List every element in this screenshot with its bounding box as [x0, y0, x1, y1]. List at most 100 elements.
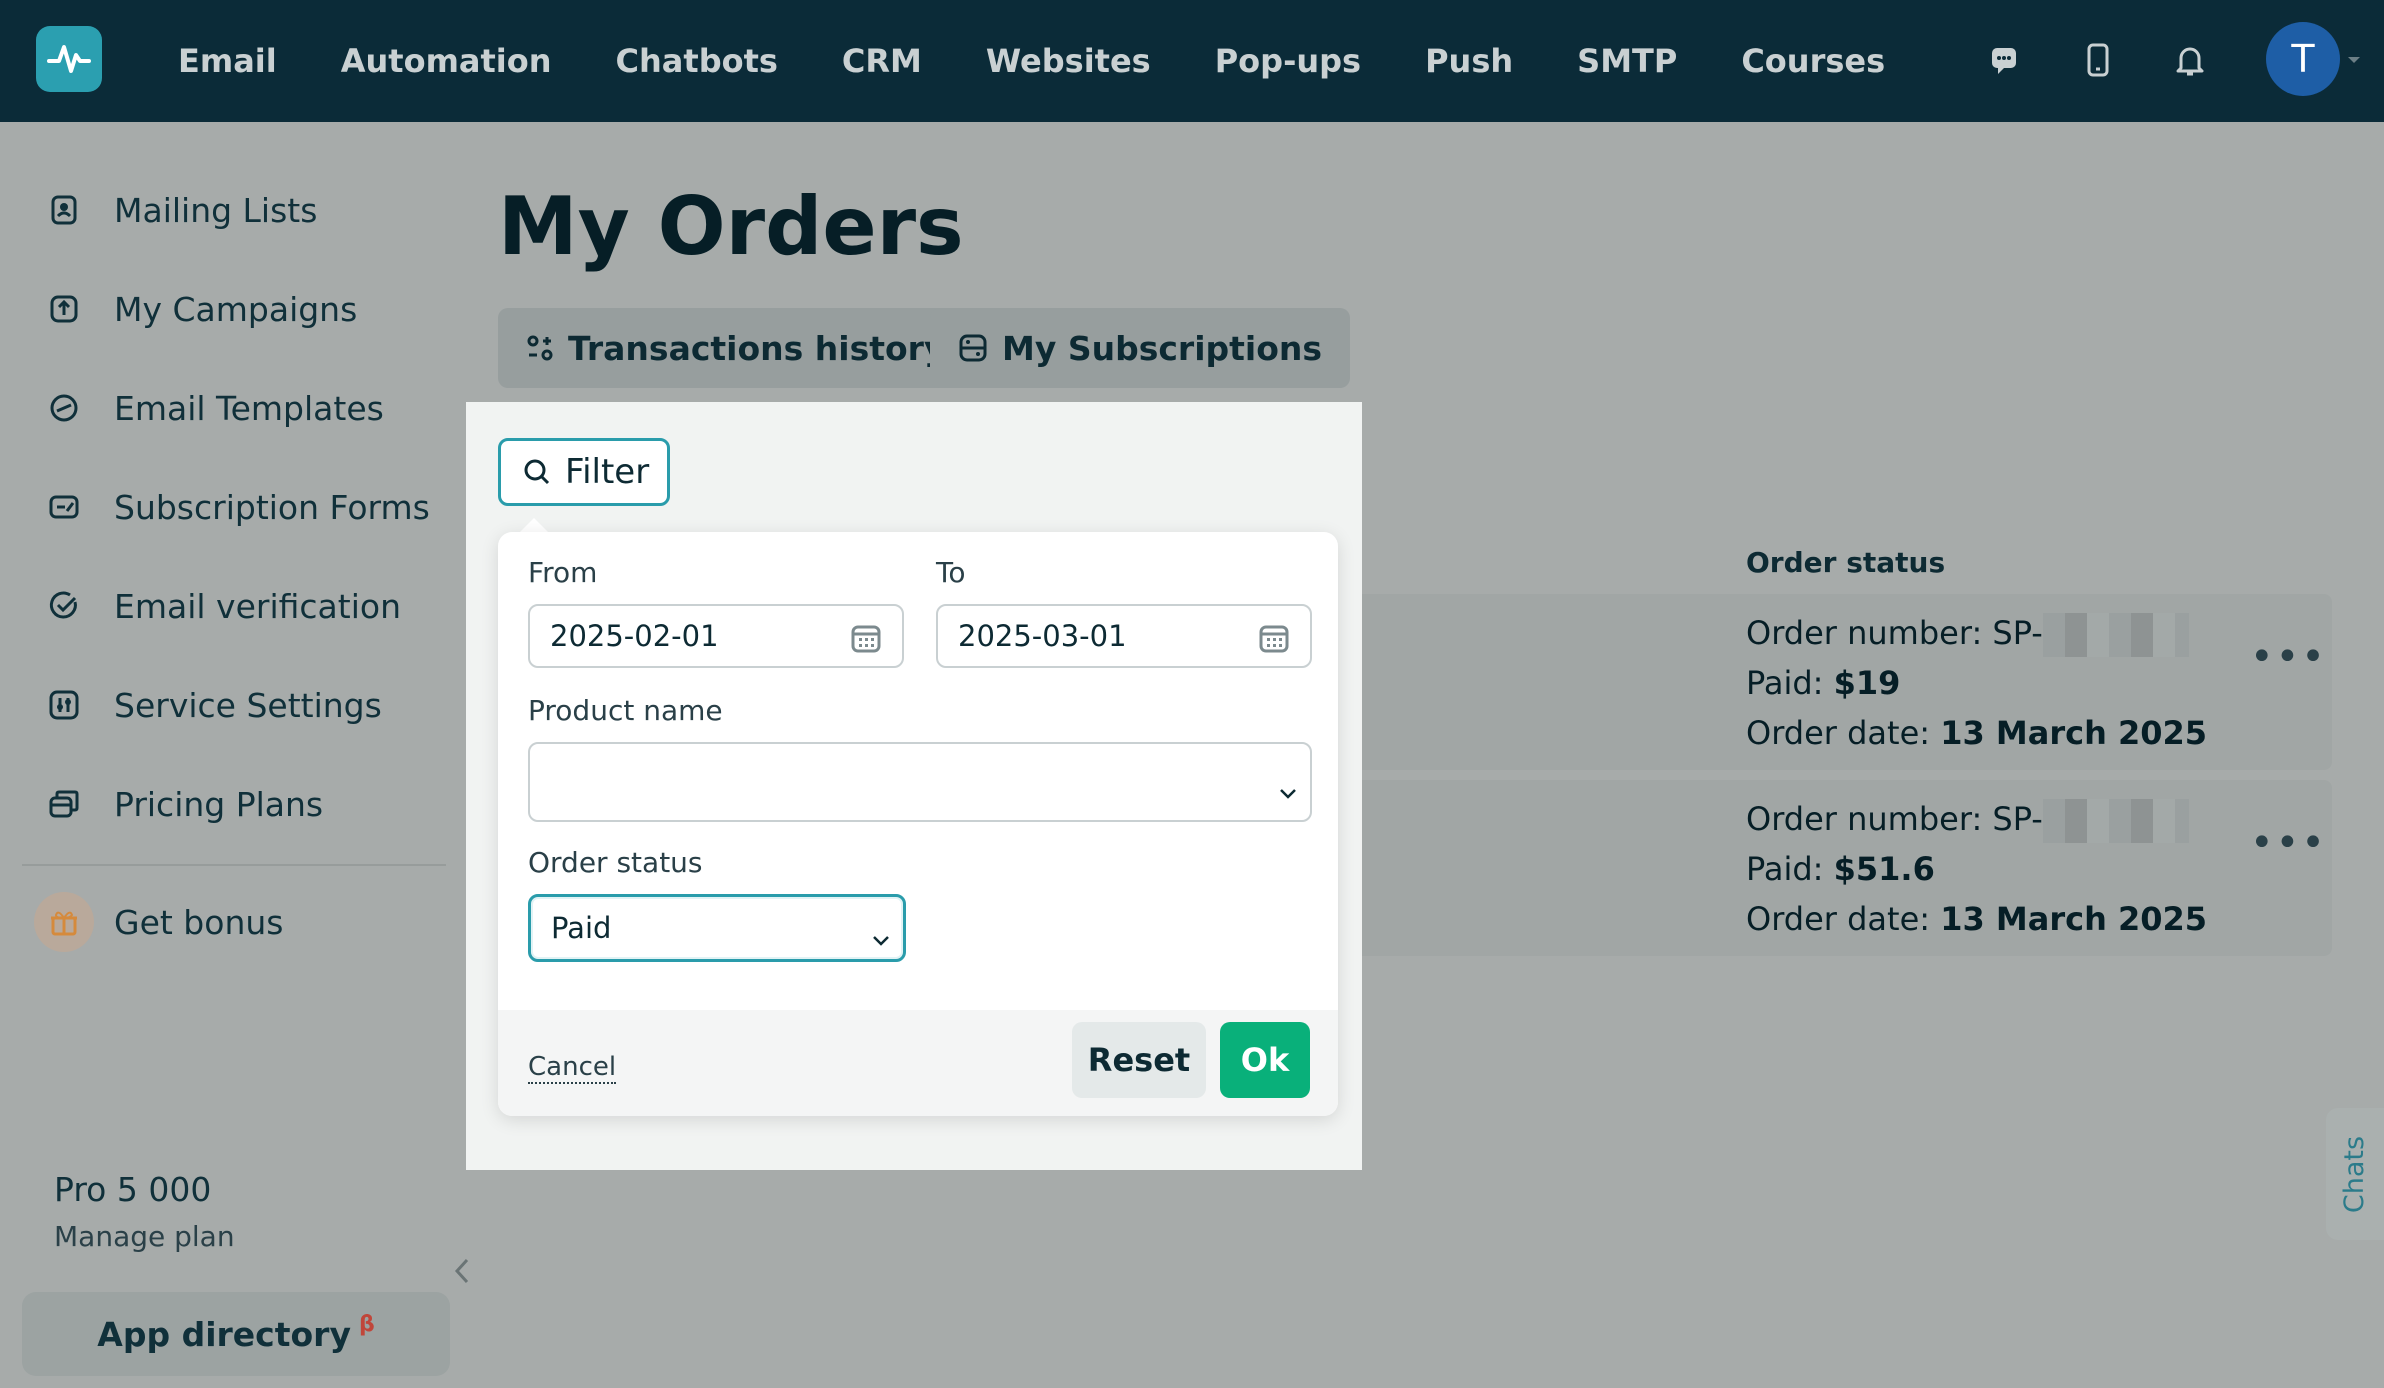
order-number-label: Order number: SP-: [1746, 800, 2043, 838]
nav-chatbots[interactable]: Chatbots: [616, 42, 778, 80]
nav-popups[interactable]: Pop-ups: [1215, 42, 1361, 80]
settings-sliders-icon: [44, 685, 84, 725]
sidebar-item-email-templates[interactable]: Email Templates: [44, 378, 384, 438]
chevron-down-icon[interactable]: [2346, 50, 2362, 69]
sidebar-item-label: Mailing Lists: [114, 190, 318, 230]
sidebar-item-label: Get bonus: [114, 902, 284, 942]
more-options-icon[interactable]: •••: [2250, 634, 2327, 680]
chevron-down-icon: [871, 921, 891, 955]
sidebar-item-subscription-forms[interactable]: Subscription Forms: [44, 477, 430, 537]
sidebar-item-mailing-lists[interactable]: Mailing Lists: [44, 180, 317, 240]
sidebar-item-label: Email Templates: [114, 388, 384, 428]
filter-button-label: Filter: [565, 452, 650, 492]
cancel-link[interactable]: Cancel: [528, 1052, 617, 1084]
chats-tab-label: Chats: [2339, 1135, 2371, 1213]
filter-button[interactable]: Filter: [498, 438, 670, 506]
contacts-icon: [44, 190, 84, 230]
collapse-sidebar-icon[interactable]: [450, 1256, 474, 1290]
order-details: Order number: SP- Paid: $51.6 Order date…: [1746, 794, 2207, 944]
redacted-order-id: [2042, 613, 2189, 657]
calendar-icon[interactable]: [850, 622, 882, 661]
sidebar-item-label: Service Settings: [114, 685, 382, 725]
order-status-label: Order status: [528, 846, 703, 879]
to-date-value: 2025-03-01: [958, 619, 1127, 653]
filter-footer: [498, 1010, 1338, 1116]
subscriptions-icon: [958, 333, 988, 363]
reset-button[interactable]: Reset: [1072, 1022, 1206, 1098]
tab-label: My Subscriptions: [1002, 328, 1323, 368]
from-date-field[interactable]: 2025-02-01: [528, 604, 904, 668]
sidebar: Mailing Lists My Campaigns Email Templat…: [0, 122, 469, 1388]
order-row: Order number: SP- Paid: $51.6 Order date…: [1300, 780, 2332, 956]
redacted-order-id: [2042, 799, 2189, 843]
check-circle-icon: [44, 586, 84, 626]
tab-my-subscriptions[interactable]: My Subscriptions: [930, 308, 1351, 388]
order-date-value: 13 March 2025: [1940, 900, 2208, 938]
from-date-value: 2025-02-01: [550, 619, 719, 653]
sidebar-item-label: Email verification: [114, 586, 401, 626]
gift-icon: [34, 892, 94, 952]
nav-crm[interactable]: CRM: [842, 42, 922, 80]
ok-button[interactable]: Ok: [1220, 1022, 1310, 1098]
paid-amount: $19: [1833, 664, 1901, 702]
order-date: Order date: 13 March 2025: [1746, 708, 2207, 758]
order-date: Order date: 13 March 2025: [1746, 894, 2207, 944]
nav-push[interactable]: Push: [1425, 42, 1513, 80]
sidebar-item-my-campaigns[interactable]: My Campaigns: [44, 279, 357, 339]
plan-name: Pro 5 000: [54, 1170, 212, 1209]
tab-transactions-history[interactable]: Transactions history: [498, 308, 974, 388]
sidebar-item-label: My Campaigns: [114, 289, 358, 329]
sidebar-divider: [22, 864, 446, 866]
mobile-icon[interactable]: [2078, 40, 2118, 80]
app-directory-button[interactable]: App directory β: [22, 1292, 450, 1376]
chevron-down-icon: [1278, 774, 1298, 808]
nav-email[interactable]: Email: [178, 42, 277, 80]
sidebar-item-get-bonus[interactable]: Get bonus: [34, 892, 284, 952]
order-details: Order number: SP- Paid: $19 Order date: …: [1746, 608, 2207, 758]
nav-websites[interactable]: Websites: [986, 42, 1151, 80]
app-directory-label: App directory: [97, 1314, 351, 1354]
form-icon: [44, 487, 84, 527]
order-number: Order number: SP-: [1746, 794, 2207, 844]
filter-panel: Filter From 2025-02-01 To 2025-03-01 Pro…: [466, 402, 1362, 1170]
product-name-select[interactable]: [528, 742, 1312, 822]
sidebar-item-email-verification[interactable]: Email verification: [44, 576, 401, 636]
paid-amount: $51.6: [1833, 850, 1935, 888]
order-status-value: Paid: [551, 911, 612, 945]
transactions-icon: [526, 334, 554, 362]
sidebar-item-service-settings[interactable]: Service Settings: [44, 675, 382, 735]
sidebar-item-label: Pricing Plans: [114, 784, 324, 824]
logo-icon[interactable]: [36, 26, 102, 92]
chat-bubble-icon[interactable]: [1984, 40, 2024, 80]
bell-icon[interactable]: [2170, 40, 2210, 80]
manage-plan-link[interactable]: Manage plan: [54, 1220, 235, 1253]
avatar[interactable]: T: [2266, 22, 2340, 96]
order-paid: Paid: $51.6: [1746, 844, 2207, 894]
search-icon: [523, 458, 551, 486]
tab-label: Transactions history: [568, 328, 946, 368]
calendar-icon[interactable]: [1258, 622, 1290, 661]
more-options-icon[interactable]: •••: [2250, 820, 2327, 866]
nav-automation[interactable]: Automation: [341, 42, 552, 80]
filter-popover: From 2025-02-01 To 2025-03-01 Product na…: [498, 532, 1338, 1116]
order-paid: Paid: $19: [1746, 658, 2207, 708]
paid-label: Paid:: [1746, 850, 1834, 888]
order-row: Order number: SP- Paid: $19 Order date: …: [1300, 594, 2332, 770]
column-header-order-status: Order status: [1746, 546, 1946, 579]
nav-smtp[interactable]: SMTP: [1577, 42, 1677, 80]
to-date-field[interactable]: 2025-03-01: [936, 604, 1312, 668]
cards-icon: [44, 784, 84, 824]
upload-icon: [44, 289, 84, 329]
order-status-select[interactable]: Paid: [528, 894, 906, 962]
chats-side-tab[interactable]: Chats: [2326, 1108, 2384, 1240]
order-date-value: 13 March 2025: [1940, 714, 2208, 752]
sidebar-item-pricing-plans[interactable]: Pricing Plans: [44, 774, 323, 834]
order-date-label: Order date:: [1746, 714, 1941, 752]
nav-courses[interactable]: Courses: [1741, 42, 1885, 80]
paid-label: Paid:: [1746, 664, 1834, 702]
main-nav: Email Automation Chatbots CRM Websites P…: [178, 0, 1949, 122]
to-label: To: [936, 556, 966, 589]
sidebar-item-label: Subscription Forms: [114, 487, 430, 527]
top-navbar: Email Automation Chatbots CRM Websites P…: [0, 0, 2384, 122]
from-label: From: [528, 556, 598, 589]
